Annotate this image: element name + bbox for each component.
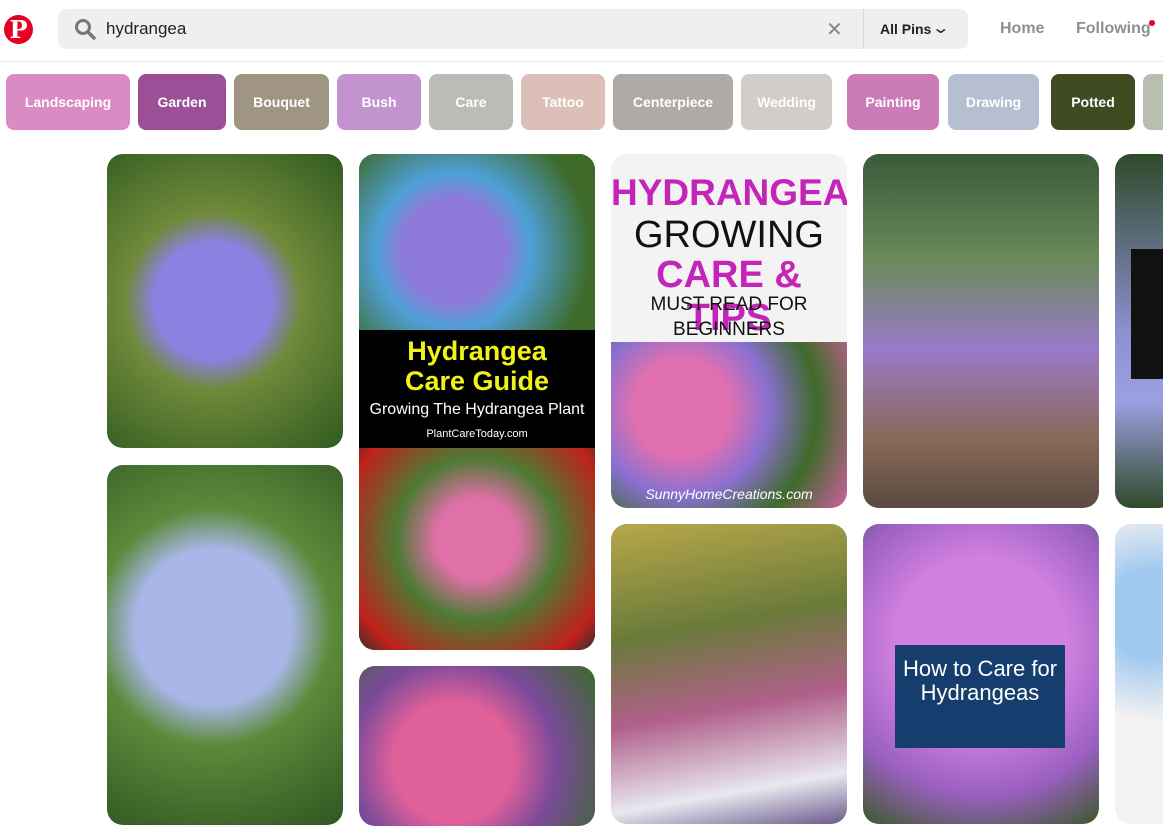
nav-home[interactable]: Home [1000, 20, 1044, 38]
chip-bouquet[interactable]: Bouquet [234, 74, 329, 130]
search-input[interactable]: hydrangea [106, 19, 186, 39]
search-icon [75, 19, 96, 40]
chip-painting[interactable]: Painting [847, 74, 939, 130]
pinterest-logo[interactable]: P [4, 15, 33, 44]
chip-centerpiece[interactable]: Centerpiece [613, 74, 733, 130]
clear-icon[interactable]: ✕ [826, 17, 843, 42]
pin-title: HYDRANGEA [611, 172, 847, 213]
chip-more[interactable] [1143, 74, 1163, 130]
pin-title: GROWING [634, 214, 824, 256]
pin-source: SunnyHomeCreations.com [645, 486, 813, 502]
chip-tattoo[interactable]: Tattoo [521, 74, 605, 130]
pin-growing-tips[interactable]: HYDRANGEA GROWING CARE & TIPS MUST READ … [611, 154, 847, 508]
notification-dot [1149, 20, 1155, 26]
pin-image[interactable] [863, 154, 1099, 508]
pin-image [611, 342, 847, 508]
pin-subtitle: Growing The Hydrangea Plant [369, 401, 585, 418]
pin-image [359, 154, 595, 330]
pin-image[interactable] [1115, 524, 1163, 824]
pin-title: How to Care for Hydrangeas [895, 645, 1065, 748]
chip-landscaping[interactable]: Landscaping [6, 74, 130, 130]
pin-image[interactable] [107, 154, 343, 448]
pin-image[interactable] [359, 666, 595, 826]
chip-care[interactable]: Care [429, 74, 513, 130]
chip-bush[interactable]: Bush [337, 74, 421, 130]
pin-text-panel [1131, 249, 1163, 379]
chip-drawing[interactable]: Drawing [948, 74, 1039, 130]
divider [863, 9, 864, 49]
pin-subtitle: MUST READ FOR [650, 294, 808, 315]
pin-image[interactable] [1115, 154, 1163, 508]
scope-dropdown[interactable]: All Pins [880, 21, 931, 37]
chevron-down-icon[interactable]: ⌄ [931, 18, 950, 38]
pin-image[interactable] [611, 524, 847, 824]
chip-wedding[interactable]: Wedding [741, 74, 832, 130]
pin-image [359, 448, 595, 650]
header-divider [0, 61, 1163, 62]
pin-subtitle: BEGINNERS [673, 319, 785, 340]
chip-potted[interactable]: Potted [1051, 74, 1135, 130]
pin-how-to-care[interactable]: How to Care for Hydrangeas [863, 524, 1099, 824]
pin-care-guide[interactable]: Hydrangea Care Guide Growing The Hydrang… [359, 154, 595, 650]
nav-following[interactable]: Following [1076, 20, 1151, 38]
search-bar[interactable]: hydrangea ✕ All Pins ⌄ [58, 9, 968, 49]
pin-title: Hydrangea Care Guide [404, 336, 550, 396]
pin-image[interactable] [107, 465, 343, 825]
pin-source: PlantCareToday.com [426, 428, 528, 440]
chip-garden[interactable]: Garden [138, 74, 226, 130]
